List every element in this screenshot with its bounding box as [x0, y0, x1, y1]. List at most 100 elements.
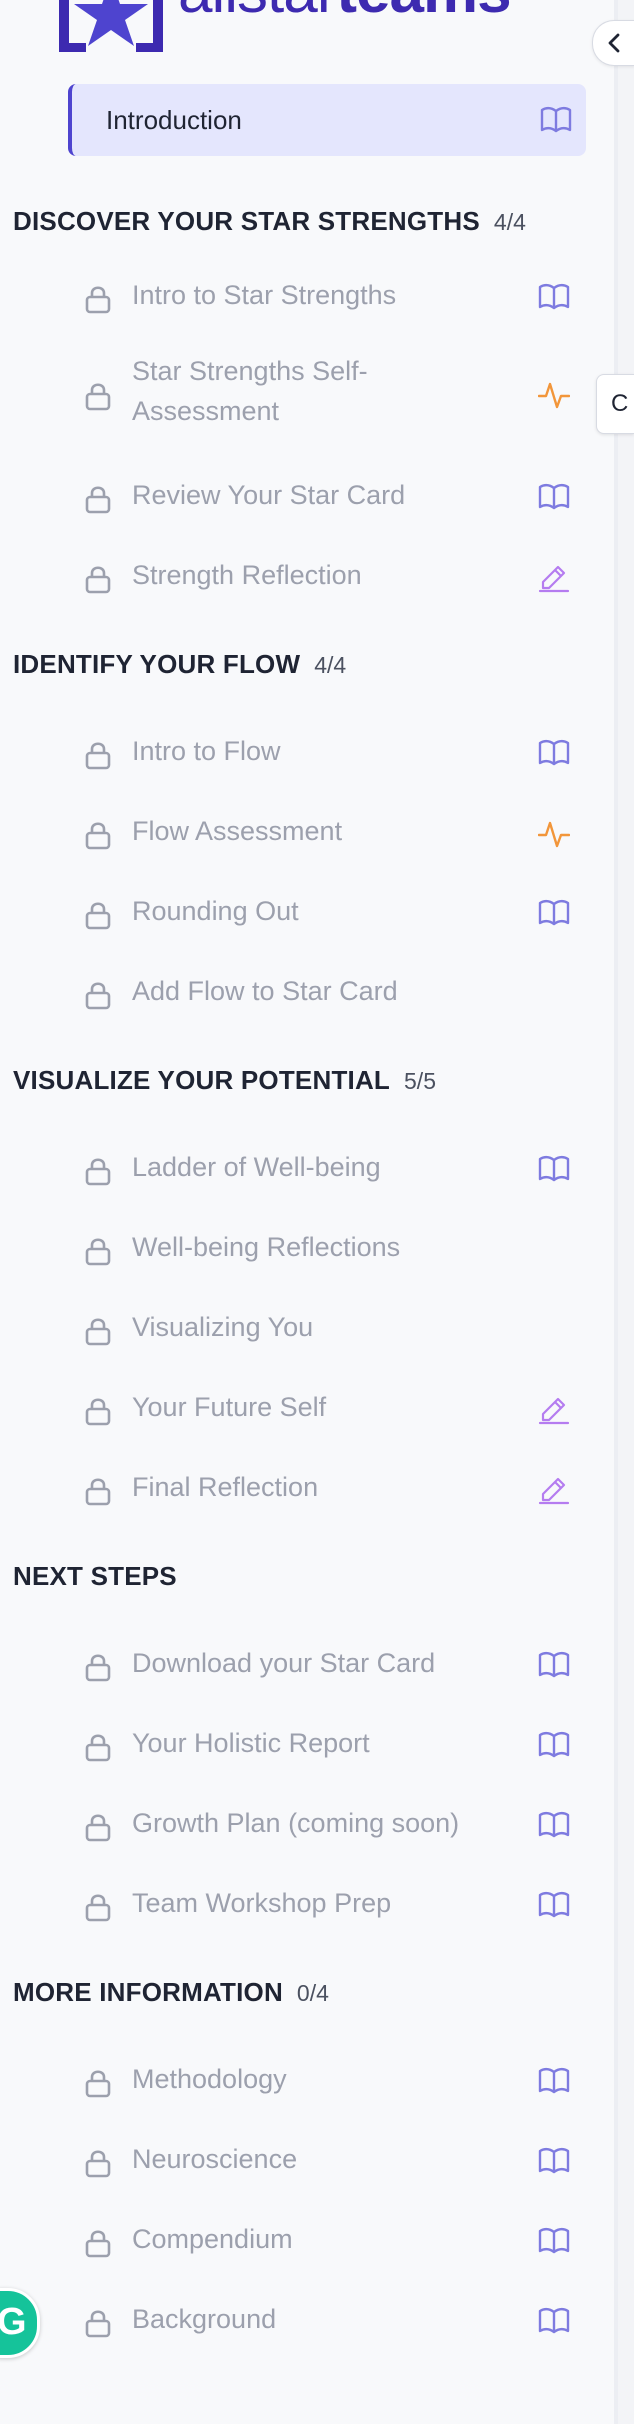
nav-item-rounding-out[interactable]: Rounding Out — [72, 878, 586, 948]
pencil-icon — [538, 1395, 570, 1430]
side-panel-tab[interactable]: C — [596, 374, 634, 434]
book-open-icon — [538, 2147, 570, 2180]
lock-icon — [84, 740, 112, 775]
section-title-label: DISCOVER YOUR STAR STRENGTHS — [13, 206, 480, 236]
pencil-icon — [538, 563, 570, 598]
section-progress-count: 5/5 — [404, 1068, 436, 1094]
nav-item-label: Introduction — [106, 104, 242, 135]
section-progress-count: 4/4 — [314, 652, 347, 678]
book-open-icon — [538, 2307, 570, 2340]
nav-item-review-your-star-card[interactable]: Review Your Star Card — [72, 462, 586, 532]
nav-item-label: Your Holistic Report — [132, 1728, 370, 1758]
nav-item-add-flow-to-star-card[interactable]: Add Flow to Star Card — [72, 958, 586, 1028]
lock-icon — [84, 1812, 112, 1847]
grammarly-letter: G — [0, 2301, 27, 2343]
nav-item-label: Download your Star Card — [132, 1648, 436, 1678]
book-open-icon — [540, 106, 572, 139]
nav-item-growth-plan-coming-soon[interactable]: Growth Plan (coming soon) — [72, 1790, 586, 1860]
nav-item-ladder-of-well-being[interactable]: Ladder of Well-being — [72, 1134, 586, 1204]
lock-icon — [84, 2148, 112, 2183]
lock-icon — [84, 2228, 112, 2263]
section-title-label: VISUALIZE YOUR POTENTIAL — [13, 1065, 391, 1095]
side-tab-label: C — [611, 390, 629, 417]
lock-icon — [84, 1236, 112, 1271]
book-open-icon — [538, 483, 570, 516]
nav-item-neuroscience[interactable]: Neuroscience — [72, 2126, 586, 2196]
nav-item-flow-assessment[interactable]: Flow Assessment — [72, 798, 586, 868]
book-open-icon — [538, 283, 570, 316]
nav-item-your-holistic-report[interactable]: Your Holistic Report — [72, 1710, 586, 1780]
nav-item-label: Background — [132, 2304, 277, 2334]
nav-item-methodology[interactable]: Methodology — [72, 2046, 586, 2116]
nav-item-label: Team Workshop Prep — [132, 1888, 392, 1918]
nav-item-label: Visualizing You — [132, 1312, 314, 1342]
book-open-icon — [538, 1811, 570, 1844]
star-logo-icon — [59, 0, 163, 52]
chevron-left-icon — [608, 33, 620, 53]
book-open-icon — [538, 1731, 570, 1764]
lock-icon — [84, 2308, 112, 2343]
section-title-visualize-your-potential: VISUALIZE YOUR POTENTIAL 5/5 — [13, 1065, 436, 1096]
section-title-label: IDENTIFY YOUR FLOW — [13, 649, 301, 679]
section-title-label: NEXT STEPS — [13, 1561, 177, 1591]
activity-icon — [537, 380, 571, 415]
nav-item-visualizing-you[interactable]: Visualizing You — [72, 1294, 586, 1364]
book-open-icon — [538, 2227, 570, 2260]
collapse-sidebar-button[interactable] — [592, 20, 634, 66]
lock-icon — [84, 980, 112, 1015]
lock-icon — [84, 1156, 112, 1191]
nav-item-label: Intro to Flow — [132, 736, 281, 766]
lock-icon — [84, 2068, 112, 2103]
lock-icon — [84, 1316, 112, 1351]
section-title-identify-your-flow: IDENTIFY YOUR FLOW 4/4 — [13, 649, 346, 680]
nav-item-label: Neuroscience — [132, 2144, 298, 2174]
pencil-icon — [538, 1475, 570, 1510]
lock-icon — [84, 564, 112, 599]
nav-item-introduction[interactable]: Introduction — [68, 84, 586, 156]
nav-item-label: Rounding Out — [132, 896, 299, 926]
section-title-discover-your-star-strengths: DISCOVER YOUR STAR STRENGTHS 4/4 — [13, 206, 526, 237]
nav-item-label: Growth Plan (coming soon) — [132, 1808, 460, 1838]
nav-item-label: Intro to Star Strengths — [132, 280, 397, 310]
lock-icon — [84, 1396, 112, 1431]
lock-icon — [84, 1892, 112, 1927]
nav-item-well-being-reflections[interactable]: Well-being Reflections — [72, 1214, 586, 1284]
nav-item-download-your-star-card[interactable]: Download your Star Card — [72, 1630, 586, 1700]
section-title-next-steps: NEXT STEPS — [13, 1561, 177, 1592]
nav-item-label: Well-being Reflections — [132, 1232, 401, 1262]
nav-item-label: Final Reflection — [132, 1472, 319, 1502]
section-title-more-information: MORE INFORMATION 0/4 — [13, 1977, 329, 2008]
nav-item-label: Methodology — [132, 2064, 287, 2094]
nav-item-final-reflection[interactable]: Final Reflection — [72, 1454, 586, 1524]
book-open-icon — [538, 899, 570, 932]
section-title-label: MORE INFORMATION — [13, 1977, 283, 2007]
book-open-icon — [538, 739, 570, 772]
lock-icon — [84, 1476, 112, 1511]
book-open-icon — [538, 1155, 570, 1188]
nav-item-intro-to-flow[interactable]: Intro to Flow — [72, 718, 586, 788]
nav-item-intro-to-star-strengths[interactable]: Intro to Star Strengths — [72, 262, 586, 332]
nav-item-star-strengths-self-assessment[interactable]: Star Strengths Self-Assessment — [72, 345, 586, 445]
lock-icon — [84, 484, 112, 519]
lock-icon — [84, 284, 112, 319]
lock-icon — [84, 1652, 112, 1687]
nav-item-team-workshop-prep[interactable]: Team Workshop Prep — [72, 1870, 586, 1940]
lock-icon — [84, 900, 112, 935]
nav-item-label: Strength Reflection — [132, 560, 362, 590]
nav-item-label: Your Future Self — [132, 1392, 327, 1422]
nav-item-label: Ladder of Well-being — [132, 1152, 381, 1182]
nav-item-label: Add Flow to Star Card — [132, 976, 398, 1006]
nav-item-your-future-self[interactable]: Your Future Self — [72, 1374, 586, 1444]
nav-item-label: Star Strengths Self-Assessment — [132, 356, 368, 426]
nav-item-label: Flow Assessment — [132, 816, 343, 846]
nav-item-label: Compendium — [132, 2224, 293, 2254]
nav-item-background[interactable]: Background — [72, 2286, 586, 2356]
nav-item-strength-reflection[interactable]: Strength Reflection — [72, 542, 586, 612]
book-open-icon — [538, 1891, 570, 1924]
nav-item-compendium[interactable]: Compendium — [72, 2206, 586, 2276]
lock-icon — [84, 381, 112, 416]
book-open-icon — [538, 2067, 570, 2100]
activity-icon — [537, 819, 571, 854]
main-content-edge — [618, 0, 634, 2424]
logo-wordmark: allstarteams — [178, 0, 512, 27]
